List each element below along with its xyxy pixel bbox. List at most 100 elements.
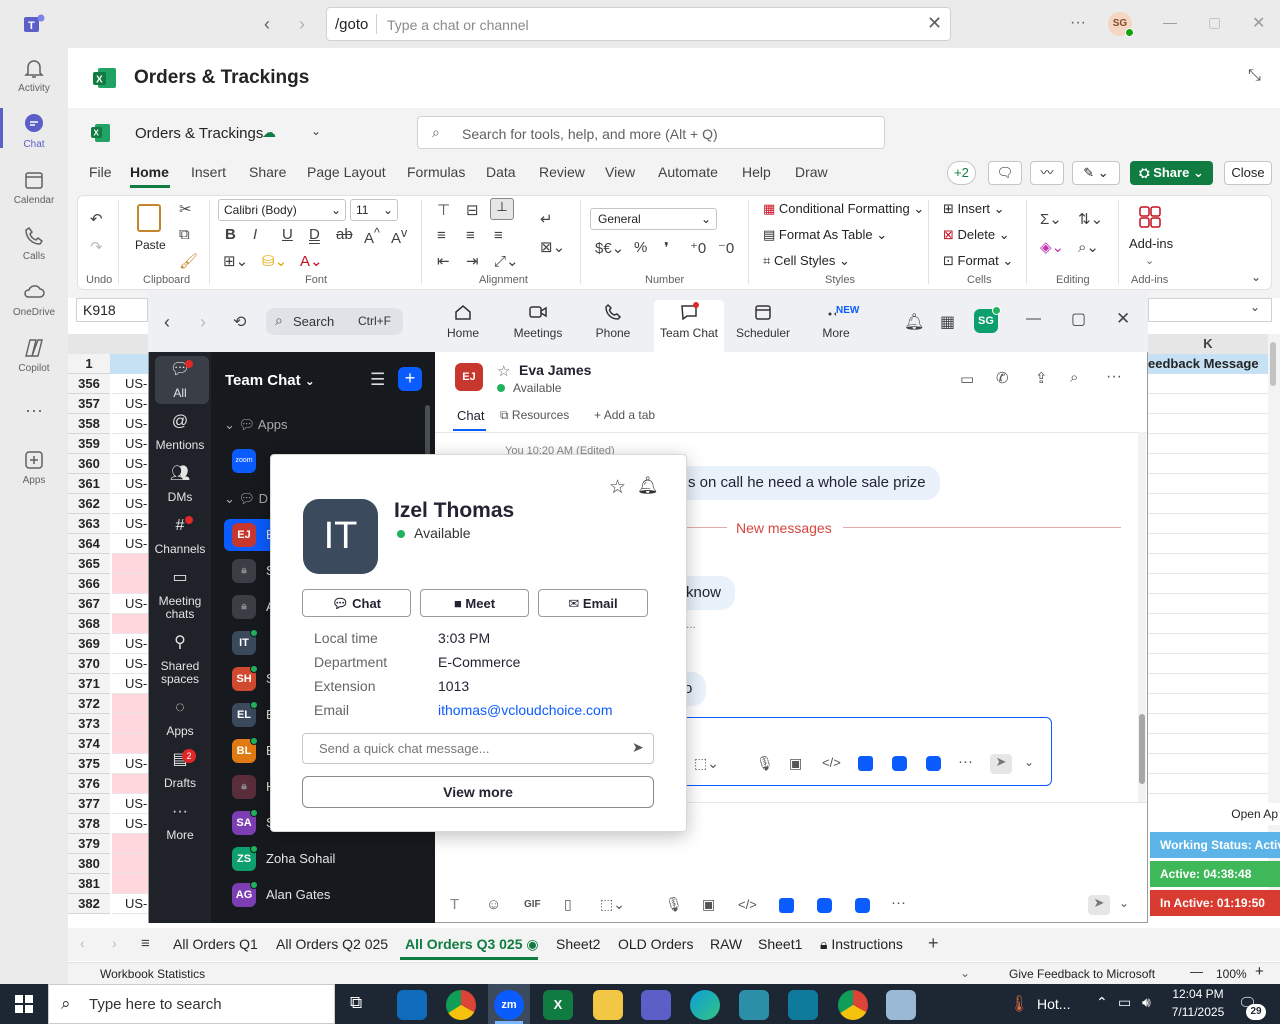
filter-icon[interactable]: ☰ (370, 370, 385, 390)
format-text-icon[interactable]: T (450, 896, 459, 913)
tab-home[interactable]: Home (130, 164, 169, 180)
increase-indent-icon[interactable]: ⇥ (466, 252, 479, 270)
percent-icon[interactable]: % (634, 239, 647, 256)
align-right-icon[interactable]: ≡ (494, 227, 503, 244)
delete-cells-button[interactable]: ⊠ Delete ⌄ (943, 227, 1010, 243)
comma-style-icon[interactable]: ❜ (664, 239, 669, 257)
row-header[interactable]: 373 (68, 714, 110, 734)
tab-insert[interactable]: Insert (191, 164, 226, 180)
video-clip-icon[interactable]: ▣ (702, 896, 715, 913)
tab-file[interactable]: File (89, 164, 112, 180)
column-header-k[interactable]: K (1148, 334, 1268, 354)
network-icon[interactable]: ▭ (1118, 994, 1131, 1011)
add-ins-icon[interactable] (1138, 205, 1162, 229)
table-cell[interactable]: US- (112, 594, 148, 614)
prev-sheet-icon[interactable]: ‹ (80, 935, 85, 951)
rail-calendar[interactable]: Calendar (0, 168, 68, 206)
zoom-nav-home[interactable]: Home (428, 302, 498, 340)
sheet-tab[interactable]: 🔒︎ Instructions (820, 936, 903, 953)
window-close-icon[interactable]: ✕ (1252, 13, 1265, 33)
undo-icon[interactable]: ↶ (90, 210, 103, 228)
table-cell[interactable]: US- (112, 494, 148, 514)
app-icon[interactable] (817, 898, 832, 913)
row-header[interactable]: 359 (68, 434, 110, 454)
new-chat-plus-icon[interactable]: + (398, 367, 422, 391)
app-icon[interactable] (858, 756, 873, 771)
autosum-icon[interactable]: Σ⌄ (1040, 210, 1062, 228)
close-icon[interactable]: ✕ (927, 13, 942, 34)
table-cell[interactable] (112, 614, 148, 634)
maximize-icon[interactable]: ▢ (1071, 309, 1086, 329)
align-left-icon[interactable]: ≡ (437, 227, 446, 244)
row-header[interactable]: 357 (68, 394, 110, 414)
row-header[interactable]: 360 (68, 454, 110, 474)
bold-icon[interactable]: B (225, 226, 236, 243)
minimize-icon[interactable]: — (1163, 14, 1177, 30)
select-all-corner[interactable] (68, 334, 110, 354)
zoom-out-icon[interactable]: — (1190, 964, 1203, 979)
decrease-font-icon[interactable]: Av (391, 226, 407, 247)
send-icon[interactable]: ➤ (1088, 895, 1110, 915)
row-header[interactable]: 364 (68, 534, 110, 554)
currency-icon[interactable]: $€⌄ (595, 239, 624, 257)
catchup-icon[interactable]: 〰 (1030, 161, 1064, 185)
row-header[interactable]: 369 (68, 634, 110, 654)
more-options-icon[interactable]: ··· (1106, 368, 1122, 386)
add-sheet-icon[interactable]: + (928, 933, 939, 954)
table-cell[interactable]: US- (112, 814, 148, 834)
more-options-icon[interactable]: ··· (891, 894, 906, 911)
row-header[interactable]: 358 (68, 414, 110, 434)
tab-data[interactable]: Data (486, 164, 516, 180)
history-icon[interactable]: ⟲ (233, 312, 246, 332)
clock-date[interactable]: 7/11/2025 (1168, 1005, 1228, 1019)
gif-icon[interactable]: GIF (524, 899, 541, 910)
open-app-label[interactable]: Open Ap (1148, 803, 1280, 825)
align-top-icon[interactable]: ⊤ (437, 201, 450, 219)
whiteboard-icon[interactable]: ▦ (940, 312, 955, 332)
compose-box[interactable] (670, 717, 1052, 786)
format-painter-icon[interactable]: 🖌 (179, 252, 198, 270)
table-cell[interactable]: US- (112, 794, 148, 814)
font-color-icon[interactable]: A⌄ (300, 252, 323, 270)
tab-page-layout[interactable]: Page Layout (307, 164, 386, 180)
table-cell[interactable] (112, 694, 148, 714)
paste-icon[interactable] (137, 204, 161, 232)
app-icon[interactable] (926, 756, 941, 771)
chrome-icon[interactable] (446, 990, 476, 1020)
zoom-in-icon[interactable]: + (1255, 963, 1264, 980)
table-cell[interactable]: US- (112, 674, 148, 694)
video-call-icon[interactable]: ▭ (960, 370, 974, 388)
contact-name[interactable]: Eva James (519, 362, 591, 378)
file-icon[interactable]: ▯ (564, 896, 572, 913)
send-icon[interactable]: ➤ (990, 754, 1012, 774)
send-icon[interactable]: ➤ (632, 739, 644, 756)
table-cell[interactable]: US- (112, 514, 148, 534)
app-icon[interactable] (739, 990, 769, 1020)
table-cell[interactable]: US- (112, 374, 148, 394)
sidebar-item-apps[interactable]: ◌ Apps (149, 700, 211, 738)
back-arrow-icon[interactable]: ‹ (164, 312, 170, 333)
table-cell[interactable]: US- (112, 414, 148, 434)
cell-styles-button[interactable]: ⌗ Cell Styles ⌄ (763, 253, 850, 269)
redo-icon[interactable]: ↷ (90, 238, 103, 256)
tab-review[interactable]: Review (539, 164, 585, 180)
row-header[interactable]: 380 (68, 854, 110, 874)
comments-icon[interactable]: 🗨 (988, 161, 1022, 185)
weather-text[interactable]: Hot... (1037, 996, 1070, 1012)
row-header[interactable]: 1 (68, 354, 110, 374)
share-button[interactable]: ⛭ Share ⌄ (1130, 161, 1213, 185)
align-middle-icon[interactable]: ⊟ (466, 201, 479, 219)
task-view-icon[interactable]: ⧉ (350, 993, 362, 1013)
document-title[interactable]: Orders & Trackings (135, 125, 263, 142)
rail-chat[interactable]: Chat (0, 112, 68, 150)
message-bubble[interactable]: s on call he need a whole sale prize (670, 466, 940, 500)
align-bottom-icon[interactable]: ⊥ (490, 198, 514, 220)
app-icon[interactable] (892, 756, 907, 771)
volume-icon[interactable]: 🔊︎ (1142, 994, 1151, 1011)
underline-icon[interactable]: U (282, 226, 293, 243)
star-icon[interactable]: ☆ (497, 362, 510, 380)
app-icon[interactable] (788, 990, 818, 1020)
search-icon[interactable]: ⌕ (1070, 369, 1078, 386)
code-icon[interactable]: </> (822, 755, 841, 770)
fill-color-icon[interactable]: ⛁⌄ (262, 252, 287, 270)
